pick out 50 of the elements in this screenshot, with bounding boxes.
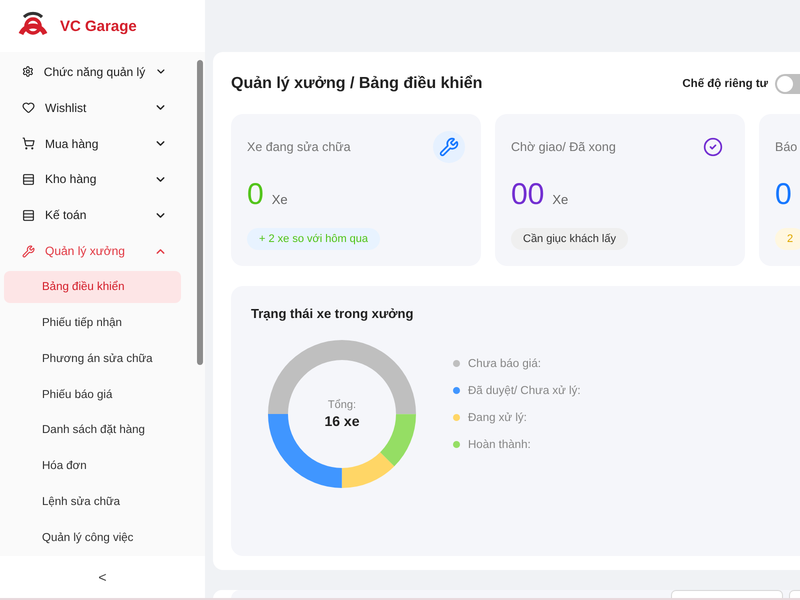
legend-label: Chưa báo giá: [468, 358, 541, 370]
card-unit: Xe [272, 192, 288, 207]
card-unit: Xe [552, 192, 568, 207]
sidebar-item[interactable]: Wishlist [0, 90, 195, 126]
panel-title: Trạng thái xe trong xưởng [251, 306, 414, 321]
card-title: Chờ giao/ Đã xong [511, 140, 616, 154]
brand-name: VC Garage [60, 18, 137, 34]
submenu-item[interactable]: Lệnh sửa chữa [4, 486, 181, 518]
sidebar-item-label: Mua hàng [45, 136, 100, 151]
menu-item-icon [22, 65, 34, 78]
card-title: Xe đang sửa chữa [247, 140, 351, 154]
sidebar-item-label: Quản lý xưởng [45, 244, 126, 258]
total-value: 16 xe [324, 413, 360, 429]
submenu-item[interactable]: Phiếu báo giá [4, 378, 181, 410]
menu-item-icon [22, 208, 35, 222]
sidebar-item[interactable]: Kế toán [0, 197, 195, 234]
card-title: Báo [775, 140, 798, 154]
outlined-button[interactable] [671, 590, 783, 598]
submenu-item[interactable]: Phương án sửa chữa [4, 342, 181, 375]
page-title: Quản lý xưởng / Bảng điều khiển [231, 75, 482, 93]
sidebar-item[interactable]: Quản lý xưởng [0, 233, 195, 270]
card-badge: + 2 xe so với hôm qua [247, 228, 380, 250]
collapse-button[interactable]: < [92, 567, 113, 587]
submenu-item[interactable]: Phiếu tiếp nhận [4, 306, 181, 339]
sidebar-item-label: Kế toán [45, 208, 88, 222]
menu-item-icon [22, 101, 35, 114]
sidebar-item[interactable]: Mua hàng [0, 126, 195, 162]
sidebar-item-label: Wishlist [45, 100, 88, 115]
sidebar-item[interactable]: Chức năng quản lý [0, 54, 195, 90]
menu-item-icon [22, 137, 35, 150]
sidebar-item[interactable]: Kho hàng [0, 162, 195, 198]
card-value: 00 [511, 178, 544, 212]
submenu-item[interactable]: Quản lý công việc [4, 522, 181, 554]
privacy-label: Chế độ riêng tư [682, 78, 768, 90]
legend-label: Hoàn thành: [468, 438, 531, 450]
menu-item-icon [22, 172, 35, 186]
submenu-item[interactable]: Hóa đơn [4, 450, 181, 482]
wrench-icon [433, 131, 465, 163]
total-label: Tổng: [328, 399, 356, 411]
legend-label: Đã duyệt/ Chưa xử lý: [468, 384, 581, 396]
card-badge: Cần giục khách lấy [511, 228, 628, 250]
legend-label: Đang xử lý: [468, 412, 527, 424]
sidebar-item-label: Chức năng quản lý [44, 64, 146, 79]
submenu-item[interactable]: Danh sách đặt hàng [4, 414, 181, 446]
sidebar-item-label: Kho hàng [45, 172, 98, 186]
card-badge: 2 [775, 228, 800, 250]
menu-item-icon [22, 244, 35, 258]
submenu-item[interactable]: Bảng điều khiển [4, 271, 181, 303]
card-value: 0 [247, 178, 264, 212]
card-value: 0 [775, 178, 792, 212]
